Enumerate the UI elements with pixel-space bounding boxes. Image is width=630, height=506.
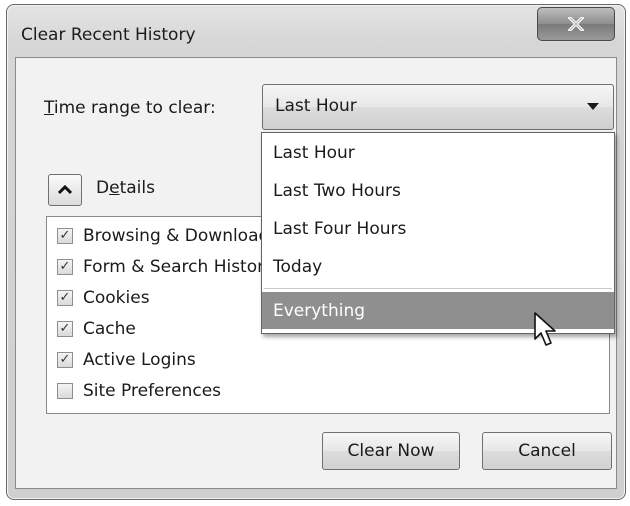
- checkmark-icon: ✓: [59, 259, 71, 274]
- details-label-pre: D: [96, 178, 110, 198]
- dropdown-option-last-four-hours[interactable]: Last Four Hours: [262, 210, 614, 247]
- checkmark-icon: ✓: [59, 228, 71, 243]
- checkmark-icon: ✓: [59, 290, 71, 305]
- details-label[interactable]: Details: [96, 178, 155, 198]
- list-item-label: Active Logins: [83, 350, 196, 370]
- time-range-label-rest: ime range to clear:: [53, 98, 216, 118]
- list-item-label: Cookies: [83, 288, 150, 308]
- cancel-button[interactable]: Cancel: [482, 432, 612, 470]
- details-label-accel: e: [109, 178, 120, 198]
- checkbox-browsing-history[interactable]: ✓: [57, 228, 73, 244]
- time-range-label-accel: T: [44, 98, 54, 118]
- dropdown-option-last-two-hours[interactable]: Last Two Hours: [262, 172, 614, 209]
- chevron-up-icon: [58, 185, 72, 195]
- checkmark-icon: ✓: [59, 352, 71, 367]
- details-toggle-button[interactable]: [48, 174, 82, 206]
- dropdown-option-today[interactable]: Today: [262, 248, 614, 285]
- mouse-pointer-icon: [534, 312, 556, 346]
- time-range-dropdown-list: Last Hour Last Two Hours Last Four Hours…: [261, 132, 615, 334]
- checkbox-form-history[interactable]: ✓: [57, 259, 73, 275]
- list-item-form-history[interactable]: ✓ Form & Search History: [57, 254, 274, 280]
- list-item-label: Cache: [83, 319, 136, 339]
- time-range-label: Time range to clear:: [44, 98, 216, 118]
- title-bar: Clear Recent History: [7, 5, 625, 57]
- details-label-rest: tails: [119, 178, 155, 198]
- dropdown-separator: [264, 288, 612, 289]
- window-title: Clear Recent History: [21, 25, 196, 45]
- close-icon: [568, 17, 584, 31]
- close-button[interactable]: [537, 7, 615, 41]
- clear-history-dialog: Clear Recent History Time range to clear…: [6, 4, 626, 500]
- checkbox-cache[interactable]: ✓: [57, 321, 73, 337]
- checkbox-cookies[interactable]: ✓: [57, 290, 73, 306]
- checkmark-icon: ✓: [59, 321, 71, 336]
- list-item-cookies[interactable]: ✓ Cookies: [57, 285, 150, 311]
- list-item-active-logins[interactable]: ✓ Active Logins: [57, 347, 196, 373]
- list-item-site-preferences[interactable]: Site Preferences: [57, 378, 221, 404]
- list-item-label: Form & Search History: [83, 257, 275, 277]
- list-item-label: Site Preferences: [83, 381, 222, 401]
- checkbox-site-preferences[interactable]: [57, 383, 73, 399]
- list-item-cache[interactable]: ✓ Cache: [57, 316, 136, 342]
- dropdown-option-last-hour[interactable]: Last Hour: [262, 134, 614, 171]
- time-range-select[interactable]: Last Hour: [262, 84, 614, 130]
- clear-now-button[interactable]: Clear Now: [322, 432, 460, 470]
- checkbox-active-logins[interactable]: ✓: [57, 352, 73, 368]
- chevron-down-icon: [587, 103, 599, 110]
- time-range-selected-value: Last Hour: [275, 96, 357, 116]
